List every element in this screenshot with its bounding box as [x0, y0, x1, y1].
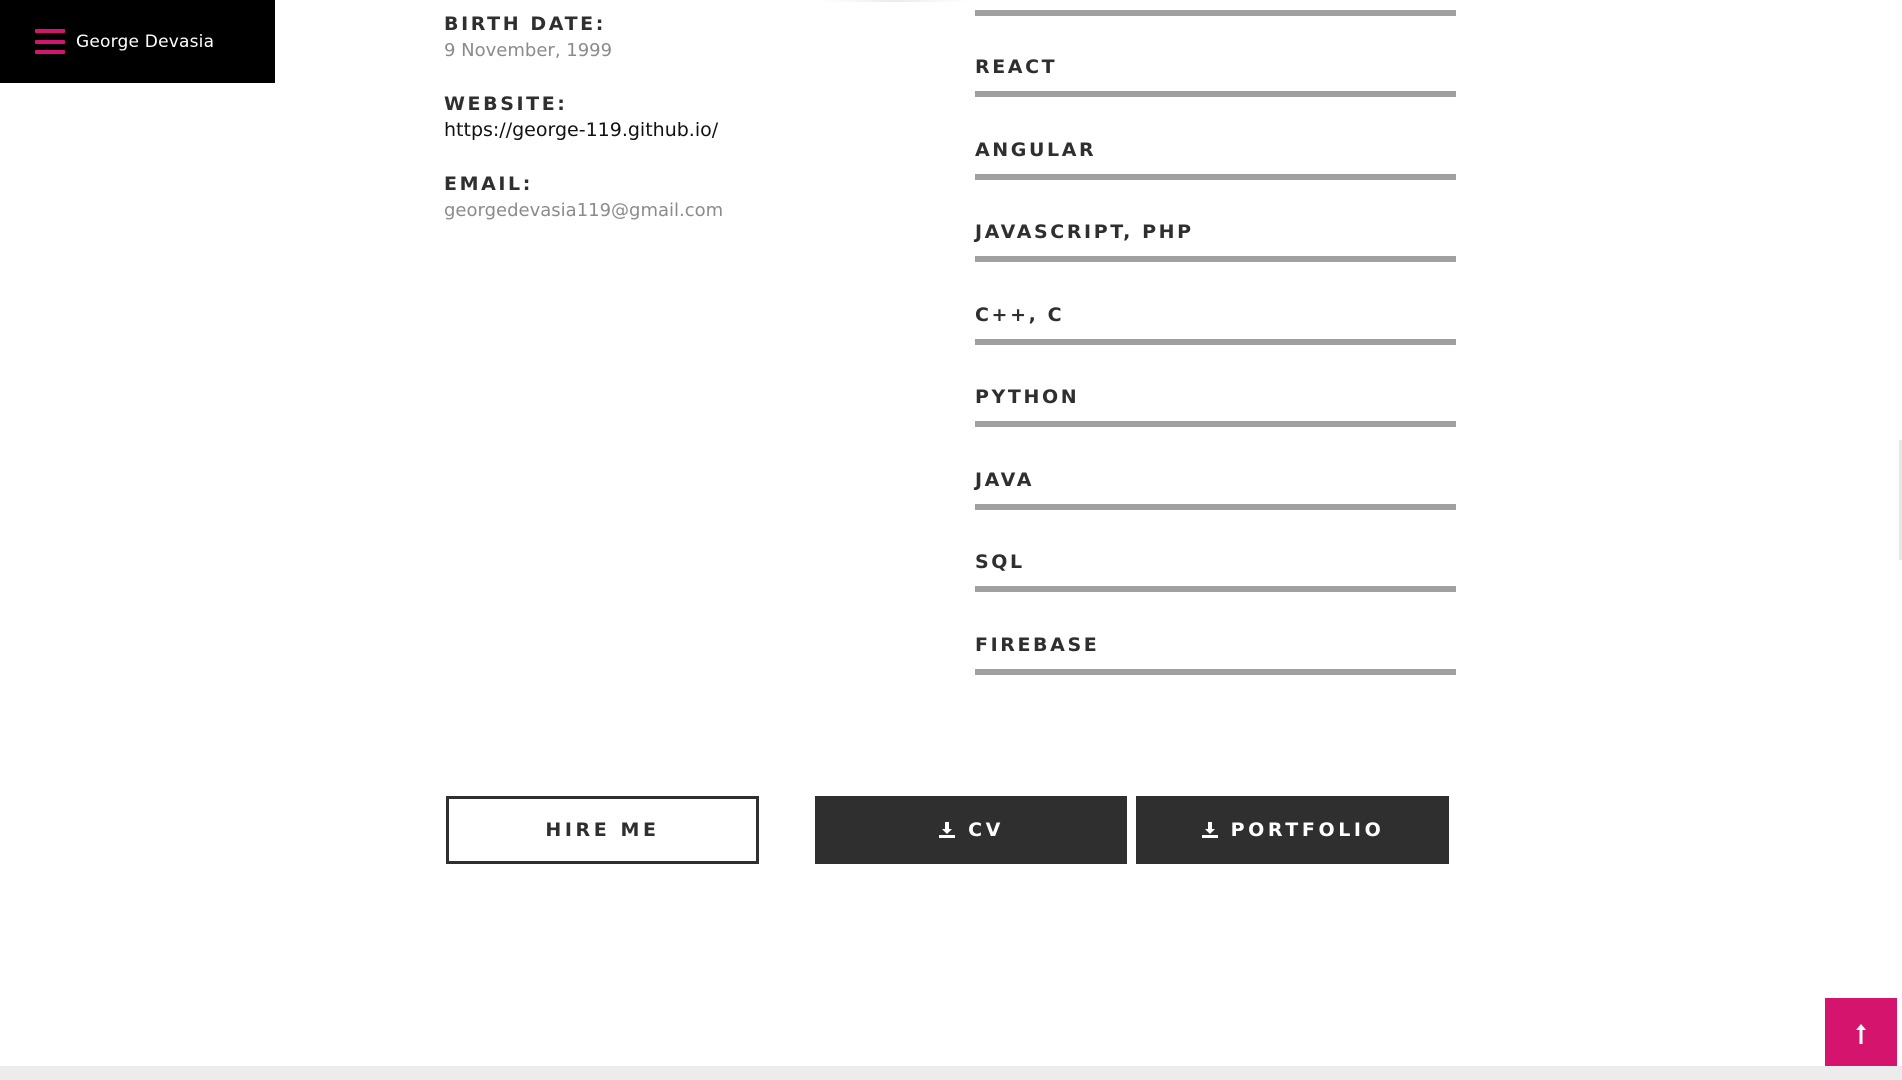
skill-bar-fill [975, 586, 1456, 592]
portfolio-label: PORTFOLIO [1230, 819, 1385, 841]
skill-bar [975, 91, 1456, 97]
skill-bar-fill [975, 173, 1456, 180]
skill-bar-fill [975, 91, 1456, 97]
hamburger-menu-icon[interactable] [35, 29, 65, 54]
skill-item: FIREBASE [975, 632, 1456, 715]
skills-list: REACT ANGULAR JAVASCRIPT, PHP C++, C PYT… [975, 54, 1456, 714]
personal-info: BIRTH DATE: 9 November, 1999 WEBSITE: ht… [444, 11, 864, 251]
skill-item: PYTHON [975, 384, 1456, 467]
skill-name: REACT [975, 56, 1058, 78]
horizontal-scrollbar[interactable] [0, 1066, 1902, 1080]
skill-item: ANGULAR [975, 137, 1456, 220]
info-label: BIRTH DATE: [444, 13, 606, 35]
cv-label: CV [968, 819, 1004, 841]
skill-item: JAVASCRIPT, PHP [975, 219, 1456, 302]
info-website: WEBSITE: https://george-119.github.io/ [444, 91, 864, 144]
back-to-top-button[interactable] [1825, 998, 1897, 1070]
skill-bar-fill [975, 256, 1456, 262]
skill-item: C++, C [975, 302, 1456, 385]
info-label: EMAIL: [444, 173, 533, 195]
info-label: WEBSITE: [444, 93, 568, 115]
skill-bar-fill [975, 668, 1456, 675]
scrollbar[interactable] [1898, 0, 1902, 1080]
skill-bar [975, 586, 1456, 592]
skill-bar-fill [975, 421, 1456, 427]
skill-name: ANGULAR [975, 138, 1097, 161]
hire-me-button[interactable]: HIRE ME [446, 796, 759, 864]
skill-name: C++, C [975, 303, 1065, 326]
skill-bar [975, 668, 1456, 675]
download-icon [939, 822, 956, 838]
skill-item: SQL [975, 549, 1456, 632]
website-link[interactable]: https://george-119.github.io/ [444, 117, 864, 144]
skill-name: JAVASCRIPT, PHP [975, 221, 1194, 243]
brand-name: George Devasia [76, 31, 215, 52]
skill-bar-fill [975, 338, 1456, 345]
skill-item: REACT [975, 54, 1456, 137]
skill-name: FIREBASE [975, 633, 1100, 656]
skill-name: SQL [975, 551, 1025, 573]
skill-name: JAVA [975, 468, 1035, 491]
skill-bar-fill [975, 503, 1456, 510]
skill-name: PYTHON [975, 386, 1080, 408]
divider [820, 0, 970, 2]
skill-bar [975, 338, 1456, 345]
arrow-up-icon [1856, 1024, 1866, 1044]
skill-bar [975, 173, 1456, 180]
skill-item: JAVA [975, 467, 1456, 550]
brand-menu-toggle[interactable]: George Devasia [0, 0, 275, 83]
skill-bar [975, 503, 1456, 510]
skill-bar-previous [975, 10, 1456, 16]
skill-bar [975, 421, 1456, 427]
download-icon [1201, 822, 1218, 838]
download-portfolio-button[interactable]: PORTFOLIO [1136, 796, 1449, 864]
skill-bar [975, 256, 1456, 262]
info-value: georgedevasia119@gmail.com [444, 200, 724, 221]
info-birth-date: BIRTH DATE: 9 November, 1999 [444, 11, 864, 64]
hire-me-label: HIRE ME [545, 819, 660, 841]
info-value: 9 November, 1999 [444, 40, 613, 61]
download-cv-button[interactable]: CV [815, 796, 1127, 864]
info-email: EMAIL: georgedevasia119@gmail.com [444, 171, 864, 224]
